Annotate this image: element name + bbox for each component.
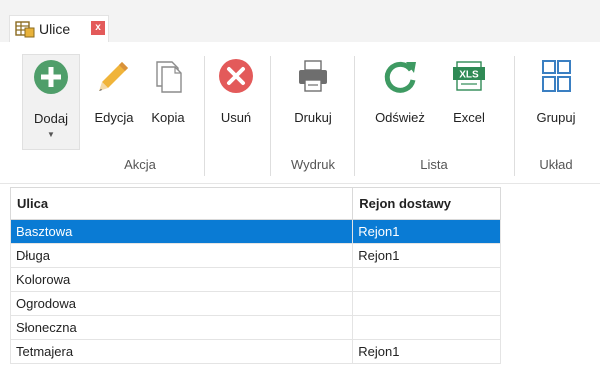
column-header-ulica[interactable]: Ulica bbox=[9, 187, 354, 220]
cell-street[interactable]: Długa bbox=[9, 243, 354, 268]
tab-strip: Ulice x bbox=[0, 0, 600, 42]
cell-region[interactable] bbox=[352, 315, 501, 340]
table-row[interactable]: Słoneczna bbox=[9, 315, 501, 340]
edit-button[interactable]: Edycja bbox=[86, 54, 142, 150]
group-icon bbox=[542, 60, 571, 92]
printer-icon bbox=[299, 60, 327, 92]
cell-street[interactable]: Ogrodowa bbox=[9, 291, 354, 316]
cell-region[interactable]: Rejon1 bbox=[352, 219, 501, 244]
streets-grid: Ulica Rejon dostawy Basztowa Rejon1 Dług… bbox=[9, 187, 501, 364]
table-row[interactable]: Tetmajera Rejon1 bbox=[9, 339, 501, 364]
group-label-wydruk: Wydruk bbox=[291, 157, 335, 172]
close-icon[interactable]: x bbox=[91, 21, 105, 35]
edit-label: Edycja bbox=[94, 110, 134, 125]
refresh-icon bbox=[384, 61, 416, 93]
add-button[interactable]: Dodaj ▼ bbox=[22, 54, 80, 150]
group-label-akcja: Akcja bbox=[124, 157, 156, 172]
cell-street[interactable]: Basztowa bbox=[9, 219, 354, 244]
print-button[interactable]: Drukuj bbox=[284, 54, 342, 150]
tab-ulice[interactable]: Ulice x bbox=[9, 15, 109, 42]
delete-circle-icon bbox=[219, 59, 253, 93]
table-row[interactable]: Długa Rejon1 bbox=[9, 243, 501, 268]
delete-button[interactable]: Usuń bbox=[212, 54, 260, 150]
excel-label: Excel bbox=[453, 110, 485, 125]
cell-street[interactable]: Tetmajera bbox=[9, 339, 354, 364]
separator bbox=[204, 56, 205, 176]
copy-button[interactable]: Kopia bbox=[144, 54, 192, 150]
cell-region[interactable] bbox=[352, 267, 501, 292]
copy-icon bbox=[156, 61, 182, 93]
cell-street[interactable]: Kolorowa bbox=[9, 267, 354, 292]
cell-street[interactable]: Słoneczna bbox=[9, 315, 354, 340]
ribbon: Dodaj ▼ Edycja Kopia Usuń Drukuj Odśwież… bbox=[0, 42, 600, 184]
cell-region[interactable] bbox=[352, 291, 501, 316]
group-label-uklad: Układ bbox=[539, 157, 573, 172]
separator bbox=[270, 56, 271, 176]
group-label-lista: Lista bbox=[420, 157, 448, 172]
cell-region[interactable]: Rejon1 bbox=[352, 243, 501, 268]
excel-button[interactable]: XLS Excel bbox=[444, 54, 494, 150]
separator bbox=[514, 56, 515, 176]
pencil-icon bbox=[99, 62, 128, 91]
print-label: Drukuj bbox=[294, 110, 332, 125]
separator bbox=[354, 56, 355, 176]
table-row[interactable]: Kolorowa bbox=[9, 267, 501, 292]
table-row[interactable]: Basztowa Rejon1 bbox=[9, 219, 501, 244]
tab-title: Ulice bbox=[39, 21, 71, 37]
column-header-rejon-dostawy[interactable]: Rejon dostawy bbox=[352, 187, 501, 220]
excel-xls-icon: XLS bbox=[453, 61, 485, 91]
grid-header-row: Ulica Rejon dostawy bbox=[9, 187, 501, 220]
cell-region[interactable]: Rejon1 bbox=[352, 339, 501, 364]
table-row[interactable]: Ogrodowa bbox=[9, 291, 501, 316]
copy-label: Kopia bbox=[151, 110, 185, 125]
group-label: Grupuj bbox=[536, 110, 576, 125]
group-button[interactable]: Grupuj bbox=[528, 54, 584, 150]
add-label: Dodaj bbox=[34, 111, 68, 126]
add-circle-icon bbox=[34, 60, 68, 94]
delete-label: Usuń bbox=[220, 110, 252, 125]
chevron-down-icon[interactable]: ▼ bbox=[47, 130, 55, 139]
refresh-label: Odśwież bbox=[375, 110, 425, 125]
refresh-button[interactable]: Odśwież bbox=[368, 54, 432, 150]
svg-text:XLS: XLS bbox=[459, 70, 479, 81]
table-form-icon bbox=[15, 21, 35, 38]
